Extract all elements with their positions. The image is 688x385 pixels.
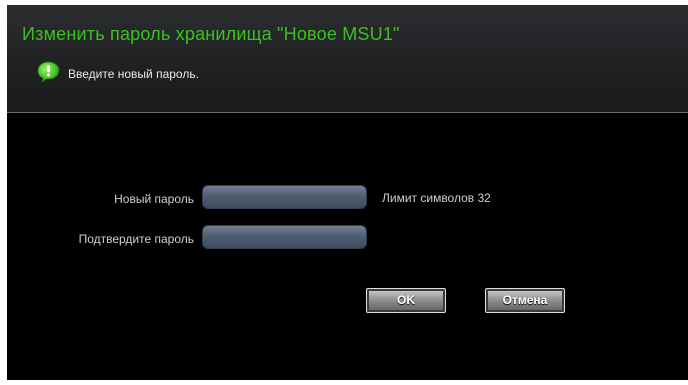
change-password-dialog: Изменить пароль хранилища "Новое MSU1" В… <box>7 5 688 380</box>
confirm-password-input[interactable] <box>202 225 367 249</box>
dialog-header: Изменить пароль хранилища "Новое MSU1" В… <box>7 5 688 112</box>
header-divider <box>7 112 688 113</box>
new-password-input[interactable] <box>202 185 367 209</box>
dialog-title: Изменить пароль хранилища "Новое MSU1" <box>22 24 400 44</box>
new-password-label: Новый пароль <box>114 192 194 206</box>
cancel-button[interactable]: Отмена <box>485 288 565 313</box>
info-bubble-icon <box>37 61 60 83</box>
confirm-password-label: Подтвердите пароль <box>78 232 194 246</box>
character-limit-note: Лимит символов 32 <box>382 191 491 205</box>
dialog-hint: Введите новый пароль. <box>68 67 199 81</box>
ok-button[interactable]: OK <box>366 288 446 313</box>
